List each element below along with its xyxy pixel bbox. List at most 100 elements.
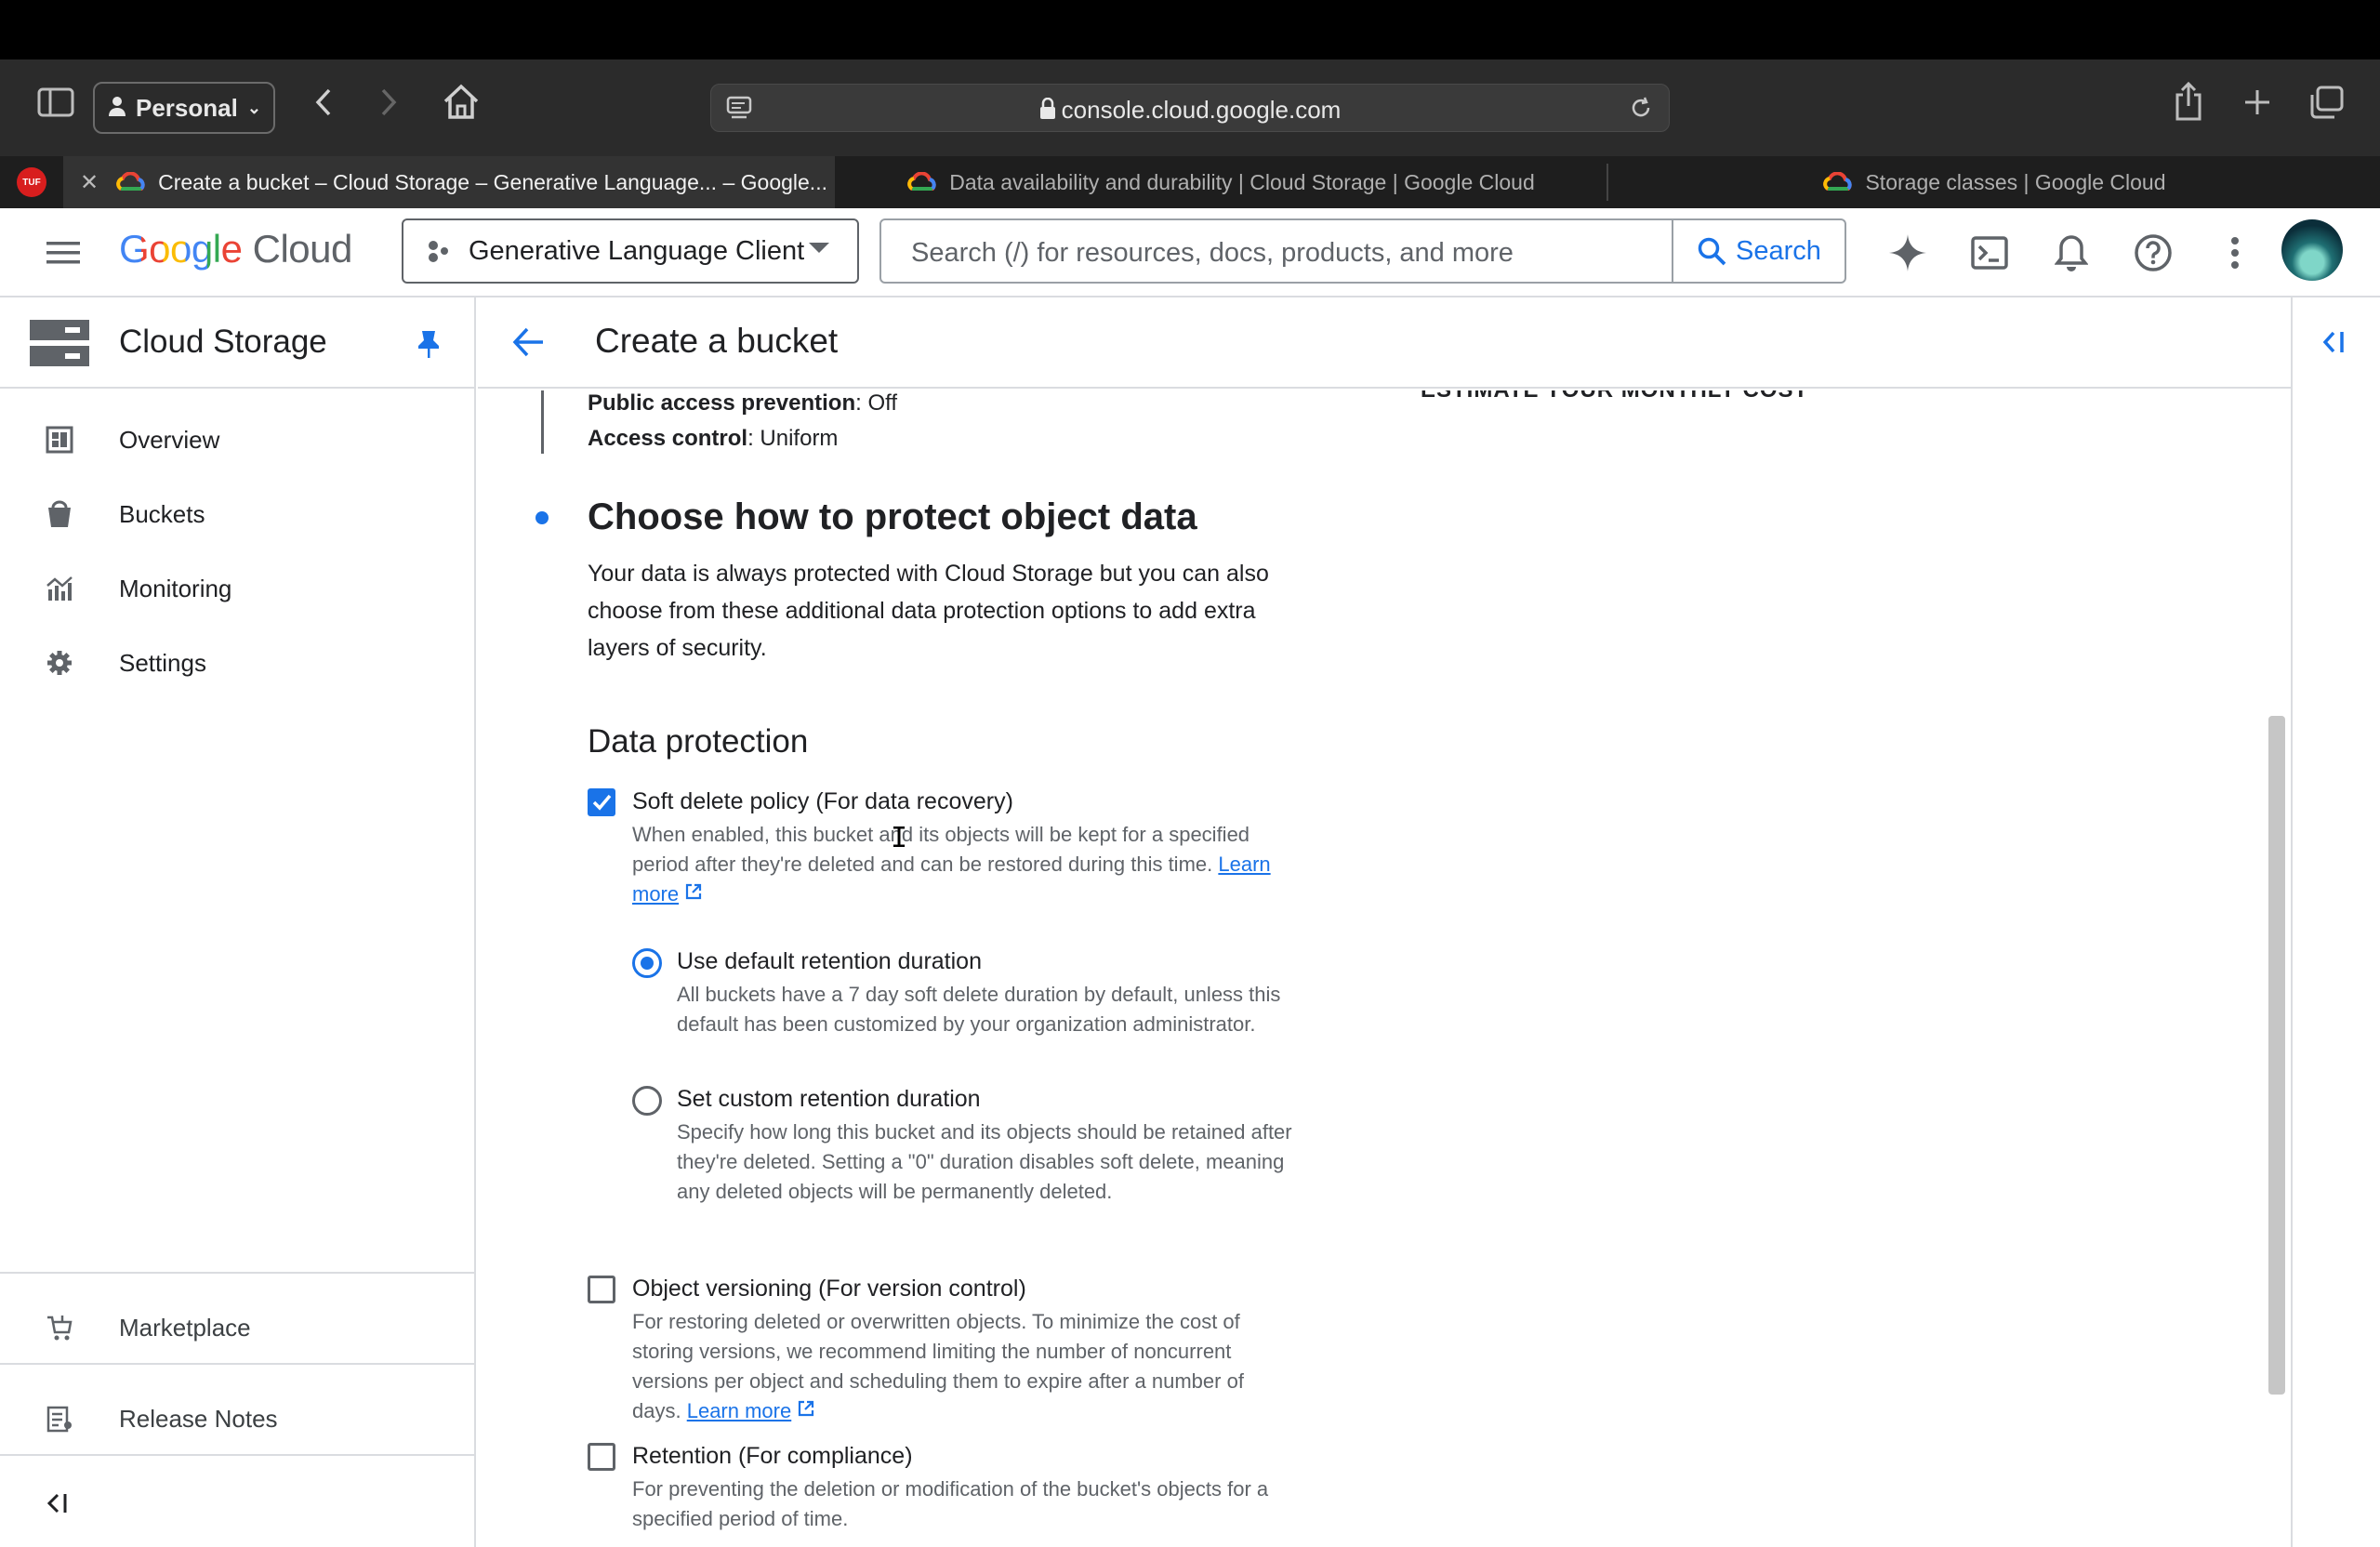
soft-delete-label[interactable]: Soft delete policy (For data recovery): [632, 788, 1013, 815]
dashboard-icon: [41, 421, 78, 458]
lock-icon: [1039, 97, 1056, 126]
page-header: Create a bucket: [478, 298, 2291, 389]
right-panel: [2291, 298, 2380, 1547]
sidebar-item-buckets[interactable]: Buckets: [0, 477, 474, 551]
retention-label[interactable]: Retention (For compliance): [632, 1443, 913, 1470]
main-content: ESTIMATE YOUR MONTHLY COST Public access…: [478, 390, 2291, 1547]
summary-value: : Uniform: [747, 426, 839, 451]
profile-button[interactable]: Personal ⌄: [93, 82, 275, 134]
tuf-favicon: TUF: [17, 167, 46, 197]
search-button[interactable]: Search: [1672, 220, 1844, 282]
tab-title: Create a bucket – Cloud Storage – Genera…: [158, 169, 827, 194]
summary-value: : Off: [855, 390, 898, 416]
expand-panel-icon[interactable]: [2320, 329, 2348, 360]
text-cursor-icon: I: [891, 822, 908, 854]
console-header: Google Cloud Generative Language Client …: [0, 208, 2380, 298]
pinned-tab[interactable]: TUF: [0, 156, 63, 208]
data-protection-heading: Data protection: [588, 723, 809, 760]
default-retention-label[interactable]: Use default retention duration: [677, 948, 982, 975]
search-button-label: Search: [1736, 235, 1821, 266]
back-icon[interactable]: [303, 82, 344, 123]
bucket-icon: [41, 496, 78, 533]
logo-cloud-text: Cloud: [252, 227, 353, 271]
soft-delete-description: When enabled, this bucket and its object…: [632, 820, 1283, 909]
estimate-cost-link[interactable]: ESTIMATE YOUR MONTHLY COST: [1421, 390, 1808, 403]
summary-vertical-line: [541, 390, 544, 454]
object-versioning-label[interactable]: Object versioning (For version control): [632, 1276, 1026, 1302]
sidebar-item-release-notes[interactable]: Release Notes: [0, 1382, 474, 1456]
sidebar-item-monitoring[interactable]: Monitoring: [0, 551, 474, 626]
external-link-icon[interactable]: [684, 882, 703, 906]
summary-public-access: Public access prevention: Off: [588, 390, 897, 416]
page-title: Create a bucket: [595, 322, 839, 360]
chevron-down-icon: ⌄: [246, 98, 261, 117]
new-tab-icon[interactable]: [2235, 80, 2280, 125]
object-versioning-checkbox[interactable]: [588, 1276, 615, 1303]
macos-menubar: [0, 0, 2380, 60]
tab-data-availability[interactable]: Data availability and durability | Cloud…: [835, 156, 1606, 208]
search-input[interactable]: Search (/) for resources, docs, products…: [911, 238, 1514, 269]
browser-toolbar: Personal ⌄ console.cloud.google.com: [0, 60, 2380, 156]
sidebar-divider: [0, 1272, 474, 1274]
cloud-shell-icon[interactable]: [1965, 229, 2014, 277]
step-indicator: [536, 511, 549, 524]
home-icon[interactable]: [437, 78, 485, 125]
logo-google-text: Google: [119, 227, 243, 271]
close-tab-icon[interactable]: ✕: [80, 169, 99, 196]
retention-checkbox[interactable]: [588, 1443, 615, 1471]
soft-delete-checkbox[interactable]: [588, 788, 615, 816]
search-bar[interactable]: Search (/) for resources, docs, products…: [879, 218, 1846, 284]
profile-label: Personal: [136, 93, 238, 122]
address-bar[interactable]: console.cloud.google.com: [710, 84, 1670, 132]
share-icon[interactable]: [2166, 78, 2211, 125]
more-vert-icon[interactable]: [2211, 229, 2259, 277]
project-selector[interactable]: Generative Language Client: [402, 218, 859, 284]
custom-retention-label[interactable]: Set custom retention duration: [677, 1086, 981, 1113]
gear-icon: [41, 644, 78, 681]
google-cloud-favicon: [116, 172, 145, 191]
dropdown-arrow-icon: [809, 243, 829, 253]
tab-title: Storage classes | Google Cloud: [1865, 169, 2166, 194]
pin-icon[interactable]: [416, 329, 441, 364]
sidebar-item-marketplace[interactable]: Marketplace: [0, 1290, 474, 1365]
soft-delete-desc-text: When enabled, this bucket and its object…: [632, 823, 1250, 876]
tab-strip: TUF ✕ Create a bucket – Cloud Storage – …: [0, 156, 2380, 208]
external-link-icon[interactable]: [797, 1399, 815, 1422]
cloud-storage-icon: [30, 320, 89, 371]
sidebar-divider: [0, 1454, 474, 1456]
retention-description: For preventing the deletion or modificat…: [632, 1477, 1269, 1530]
custom-retention-description: Specify how long this bucket and its obj…: [677, 1120, 1292, 1203]
help-icon[interactable]: [2129, 229, 2177, 277]
sidebar-toggle-icon[interactable]: [33, 82, 78, 123]
release-notes-icon: [41, 1400, 78, 1437]
search-icon: [1697, 236, 1726, 266]
sidebar-item-overview[interactable]: Overview: [0, 403, 474, 477]
sidebar-header: Cloud Storage: [0, 298, 474, 389]
product-sidebar: Cloud Storage Overview Buckets Monitorin…: [0, 298, 476, 1547]
content-scrollbar[interactable]: [2268, 716, 2285, 1395]
reload-icon[interactable]: [1626, 94, 1656, 122]
sidebar-item-settings[interactable]: Settings: [0, 626, 474, 700]
google-cloud-favicon: [1823, 172, 1853, 191]
tab-create-bucket[interactable]: ✕ Create a bucket – Cloud Storage – Gene…: [63, 156, 835, 208]
monitoring-icon: [41, 570, 78, 607]
google-cloud-logo[interactable]: Google Cloud: [119, 227, 352, 271]
sidebar-item-label: Overview: [119, 425, 220, 454]
sidebar-item-label: Settings: [119, 648, 206, 677]
custom-retention-radio[interactable]: [632, 1086, 662, 1116]
back-arrow-icon[interactable]: [511, 325, 545, 364]
tab-overview-icon[interactable]: [2304, 80, 2348, 125]
default-retention-radio[interactable]: [632, 948, 662, 978]
notifications-bell-icon[interactable]: [2047, 229, 2096, 277]
avatar[interactable]: [2281, 219, 2343, 281]
learn-more-link[interactable]: Learn more: [687, 1399, 792, 1422]
tab-storage-classes[interactable]: Storage classes | Google Cloud: [1608, 156, 2380, 208]
collapse-sidebar-icon[interactable]: [45, 1491, 71, 1520]
hamburger-menu-icon[interactable]: [39, 229, 87, 277]
project-name: Generative Language Client: [469, 235, 805, 266]
gemini-icon[interactable]: [1884, 229, 1932, 277]
summary-key: Access control: [588, 426, 748, 451]
summary-key: Public access prevention: [588, 390, 856, 416]
forward-icon[interactable]: [368, 82, 409, 123]
section-title: Choose how to protect object data: [588, 496, 1197, 537]
